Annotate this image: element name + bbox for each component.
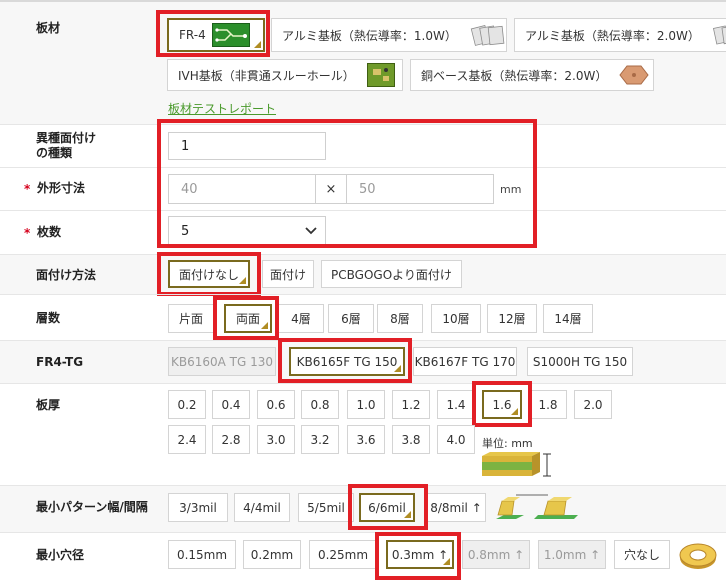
hole-option-none[interactable]: 穴なし [614, 540, 670, 569]
thickness-option[interactable]: 2.8 [212, 425, 250, 454]
mixed-assembly-label-line1: 異種面付け [36, 131, 97, 145]
thickness-option[interactable]: 0.6 [257, 390, 295, 419]
tg-option-130: KB6160A TG 130 [168, 347, 276, 376]
aluminum-board-icon [469, 24, 509, 46]
layers-option-double[interactable]: 両面 [224, 304, 272, 333]
thickness-option[interactable]: 4.0 [437, 425, 475, 454]
material-option-aluminum-2w[interactable]: アルミ基板（熱伝導率：2.0W） [514, 18, 726, 52]
material-option-aluminum-1w[interactable]: アルミ基板（熱伝導率：1.0W） [271, 18, 507, 52]
drill-hole-illustration-icon [678, 538, 718, 572]
board-material-label: 板材 [36, 21, 61, 35]
tg-option-s1000h[interactable]: S1000H TG 150 [527, 347, 633, 376]
material-test-report-link[interactable]: 板材テストレポート [168, 100, 276, 117]
hole-option-0-3[interactable]: 0.3mm ↑ [386, 540, 454, 569]
row-divider [0, 167, 726, 168]
panelize-option-pcbgogo[interactable]: PCBGOGOより面付け [321, 260, 462, 288]
row-divider [0, 532, 726, 533]
material-option-copper[interactable]: 銅ベース基板（熱伝導率：2.0W） [410, 59, 654, 91]
tg-option-170[interactable]: KB6167F TG 170 [413, 347, 517, 376]
chevron-down-icon [305, 224, 317, 239]
material-option-label: IVH基板（非貫通スルーホール） [178, 68, 355, 83]
panelize-option-panel[interactable]: 面付け [262, 260, 314, 288]
layers-option-single[interactable]: 片面 [168, 304, 214, 333]
layers-label: 層数 [36, 311, 61, 325]
min-hole-label: 最小穴径 [36, 548, 85, 562]
layers-option-8[interactable]: 8層 [377, 304, 423, 333]
hole-option-0-2[interactable]: 0.2mm [243, 540, 301, 569]
dimension-separator: × [316, 174, 346, 204]
layers-option-6[interactable]: 6層 [328, 304, 374, 333]
required-mark: * [24, 182, 31, 196]
material-option-fr4[interactable]: FR-4 [167, 18, 265, 52]
thickness-option-selected[interactable]: 1.6 [482, 390, 522, 419]
panelize-option-none[interactable]: 面付けなし [168, 260, 250, 288]
quantity-value: 5 [181, 223, 190, 239]
dimensions-label: 外形寸法 [37, 181, 86, 195]
mixed-assembly-input[interactable]: 1 [168, 132, 326, 160]
material-option-label: アルミ基板（熱伝導率：1.0W） [282, 28, 457, 43]
layers-option-4[interactable]: 4層 [278, 304, 324, 333]
thickness-option[interactable]: 2.4 [168, 425, 206, 454]
thickness-option[interactable]: 0.2 [168, 390, 206, 419]
material-option-label: FR-4 [179, 28, 206, 42]
panelize-label: 面付け方法 [36, 268, 97, 282]
thickness-option[interactable]: 3.6 [347, 425, 385, 454]
thickness-option[interactable]: 0.4 [212, 390, 250, 419]
quantity-select[interactable]: 5 [168, 216, 326, 246]
trace-option-8mil[interactable]: 8/8mil ↑ [426, 493, 486, 522]
hole-option-1-0: 1.0mm ↑ [538, 540, 606, 569]
dimension-unit: mm [500, 183, 522, 196]
thickness-option[interactable]: 3.0 [257, 425, 295, 454]
hole-option-0-15[interactable]: 0.15mm [168, 540, 236, 569]
thickness-option[interactable]: 1.4 [437, 390, 475, 419]
layers-option-10[interactable]: 10層 [431, 304, 481, 333]
trace-option-5mil[interactable]: 5/5mil [298, 493, 354, 522]
fr4-board-icon [211, 23, 250, 47]
thickness-unit: 単位: mm [482, 437, 533, 450]
trace-spacing-illustration-icon [494, 491, 580, 527]
thickness-option[interactable]: 0.8 [301, 390, 339, 419]
tg-option-150-kb6165f[interactable]: KB6165F TG 150 [289, 347, 405, 376]
row-divider [0, 124, 726, 125]
mixed-assembly-label-line2: の種類 [36, 146, 73, 160]
thickness-option[interactable]: 3.8 [392, 425, 430, 454]
trace-option-4mil[interactable]: 4/4mil [234, 493, 290, 522]
material-option-label: 銅ベース基板（熱伝導率：2.0W） [421, 68, 608, 83]
quantity-label: 枚数 [37, 225, 62, 239]
trace-option-3mil[interactable]: 3/3mil [168, 493, 228, 522]
copper-board-icon [619, 64, 649, 86]
thickness-option[interactable]: 3.2 [301, 425, 339, 454]
layers-option-12[interactable]: 12層 [487, 304, 537, 333]
trace-option-6mil[interactable]: 6/6mil [359, 493, 415, 522]
board-thickness-illustration-icon [480, 450, 554, 480]
thickness-option[interactable]: 1.0 [347, 390, 385, 419]
layers-option-14[interactable]: 14層 [543, 304, 593, 333]
ivh-board-icon [366, 63, 395, 87]
material-option-ivh[interactable]: IVH基板（非貫通スルーホール） [167, 59, 403, 91]
thickness-option[interactable]: 1.8 [529, 390, 567, 419]
thickness-label: 板厚 [36, 398, 61, 412]
height-input[interactable]: 50 [346, 174, 494, 204]
aluminum-board-icon [712, 24, 726, 46]
fr4-tg-label: FR4-TG [36, 355, 84, 369]
hole-option-0-25[interactable]: 0.25mm [309, 540, 377, 569]
row-divider [0, 210, 726, 211]
required-mark: * [24, 226, 31, 240]
width-input[interactable]: 40 [168, 174, 316, 204]
material-option-label: アルミ基板（熱伝導率：2.0W） [525, 28, 700, 43]
row-divider [0, 383, 726, 384]
mixed-assembly-label: 異種面付け の種類 [36, 131, 96, 161]
thickness-option[interactable]: 1.2 [392, 390, 430, 419]
row-divider [0, 294, 726, 295]
min-trace-label: 最小パターン幅/間隔 [36, 500, 148, 514]
hole-option-0-8: 0.8mm ↑ [462, 540, 530, 569]
thickness-option[interactable]: 2.0 [574, 390, 612, 419]
